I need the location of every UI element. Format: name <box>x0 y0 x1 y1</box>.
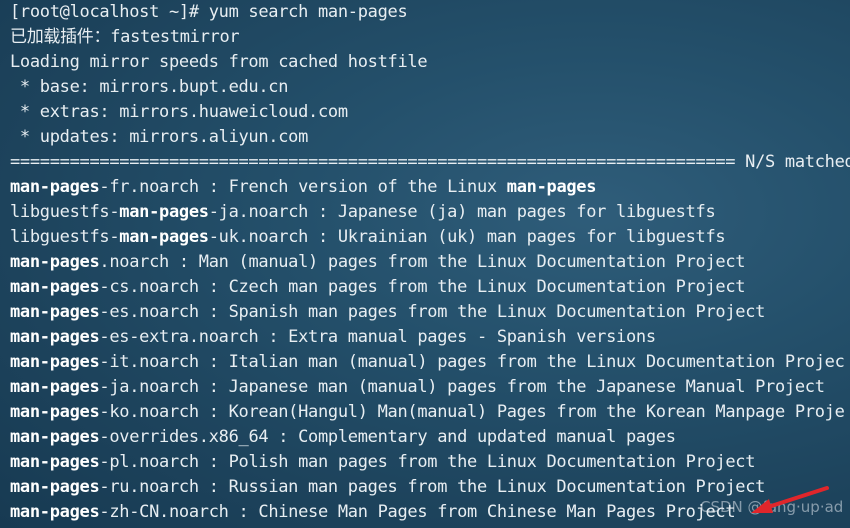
result-keyword: man-pages <box>119 202 209 222</box>
result-description: -uk.noarch : Ukrainian (uk) man pages fo… <box>208 227 726 247</box>
result-keyword: man-pages <box>119 227 209 247</box>
loading-mirrors-line: Loading mirror speeds from cached hostfi… <box>10 52 428 72</box>
result-keyword: man-pages <box>10 427 100 447</box>
result-description: .noarch : Man (manual) pages from the Li… <box>99 252 746 272</box>
command-prompt-line: [root@localhost ~]# yum search man-pages <box>10 2 408 22</box>
result-description: -ja.noarch : Japanese man (manual) pages… <box>99 377 825 397</box>
result-prefix: libguestfs- <box>10 202 120 222</box>
result-keyword: man-pages <box>10 452 100 472</box>
result-line: man-pages-pl.noarch : Polish man pages f… <box>10 450 850 475</box>
result-description: -ko.noarch : Korean(Hangul) Man(manual) … <box>99 402 845 422</box>
result-line: man-pages-it.noarch : Italian man (manua… <box>10 350 850 375</box>
result-line: man-pages-es-extra.noarch : Extra manual… <box>10 325 850 350</box>
result-description: -it.noarch : Italian man (manual) pages … <box>99 352 845 372</box>
result-line: man-pages-fr.noarch : French version of … <box>10 175 850 200</box>
result-prefix: libguestfs- <box>10 227 120 247</box>
result-line: man-pages-ja.noarch : Japanese man (manu… <box>10 375 850 400</box>
separator-line: ========================================… <box>10 152 850 172</box>
result-line: man-pages-cs.noarch : Czech man pages fr… <box>10 275 850 300</box>
result-line: man-pages-ko.noarch : Korean(Hangul) Man… <box>10 400 850 425</box>
result-keyword: man-pages <box>10 402 100 422</box>
result-keyword: man-pages <box>10 477 100 497</box>
result-keyword: man-pages <box>10 352 100 372</box>
result-keyword: man-pages <box>10 252 100 272</box>
result-line: man-pages.noarch : Man (manual) pages fr… <box>10 250 850 275</box>
result-description: -es.noarch : Spanish man pages from the … <box>99 302 766 322</box>
result-description: -es-extra.noarch : Extra manual pages - … <box>99 327 656 347</box>
result-description: -fr.noarch : French version of the Linux <box>99 177 507 197</box>
result-keyword: man-pages <box>10 302 100 322</box>
result-line: man-pages-overrides.x86_64 : Complementa… <box>10 425 850 450</box>
result-description: -cs.noarch : Czech man pages from the Li… <box>99 277 746 297</box>
result-keyword: man-pages <box>10 502 100 522</box>
result-description: -ru.noarch : Russian man pages from the … <box>99 477 766 497</box>
terminal-output[interactable]: [root@localhost ~]# yum search man-pages… <box>10 0 850 525</box>
result-line: libguestfs-man-pages-uk.noarch : Ukraini… <box>10 225 850 250</box>
result-line: man-pages-ru.noarch : Russian man pages … <box>10 475 850 500</box>
result-keyword: man-pages <box>10 177 100 197</box>
result-description: -overrides.x86_64 : Complementary and up… <box>99 427 676 447</box>
result-keyword: man-pages <box>10 377 100 397</box>
result-description: -pl.noarch : Polish man pages from the L… <box>99 452 756 472</box>
mirror-extras-line: * extras: mirrors.huaweicloud.com <box>10 102 348 122</box>
result-line: libguestfs-man-pages-ja.noarch : Japanes… <box>10 200 850 225</box>
result-keyword-2: man-pages <box>506 177 597 197</box>
mirror-updates-line: * updates: mirrors.aliyun.com <box>10 127 309 147</box>
result-keyword: man-pages <box>10 327 100 347</box>
plugins-loaded-line: 已加载插件：fastestmirror <box>10 27 240 47</box>
red-arrow-icon <box>751 486 829 513</box>
result-line: man-pages-es.noarch : Spanish man pages … <box>10 300 850 325</box>
result-description: -zh-CN.noarch : Chinese Man Pages from C… <box>99 502 736 522</box>
mirror-base-line: * base: mirrors.bupt.edu.cn <box>10 77 289 97</box>
result-description: -ja.noarch : Japanese (ja) man pages for… <box>208 202 716 222</box>
result-keyword: man-pages <box>10 277 100 297</box>
